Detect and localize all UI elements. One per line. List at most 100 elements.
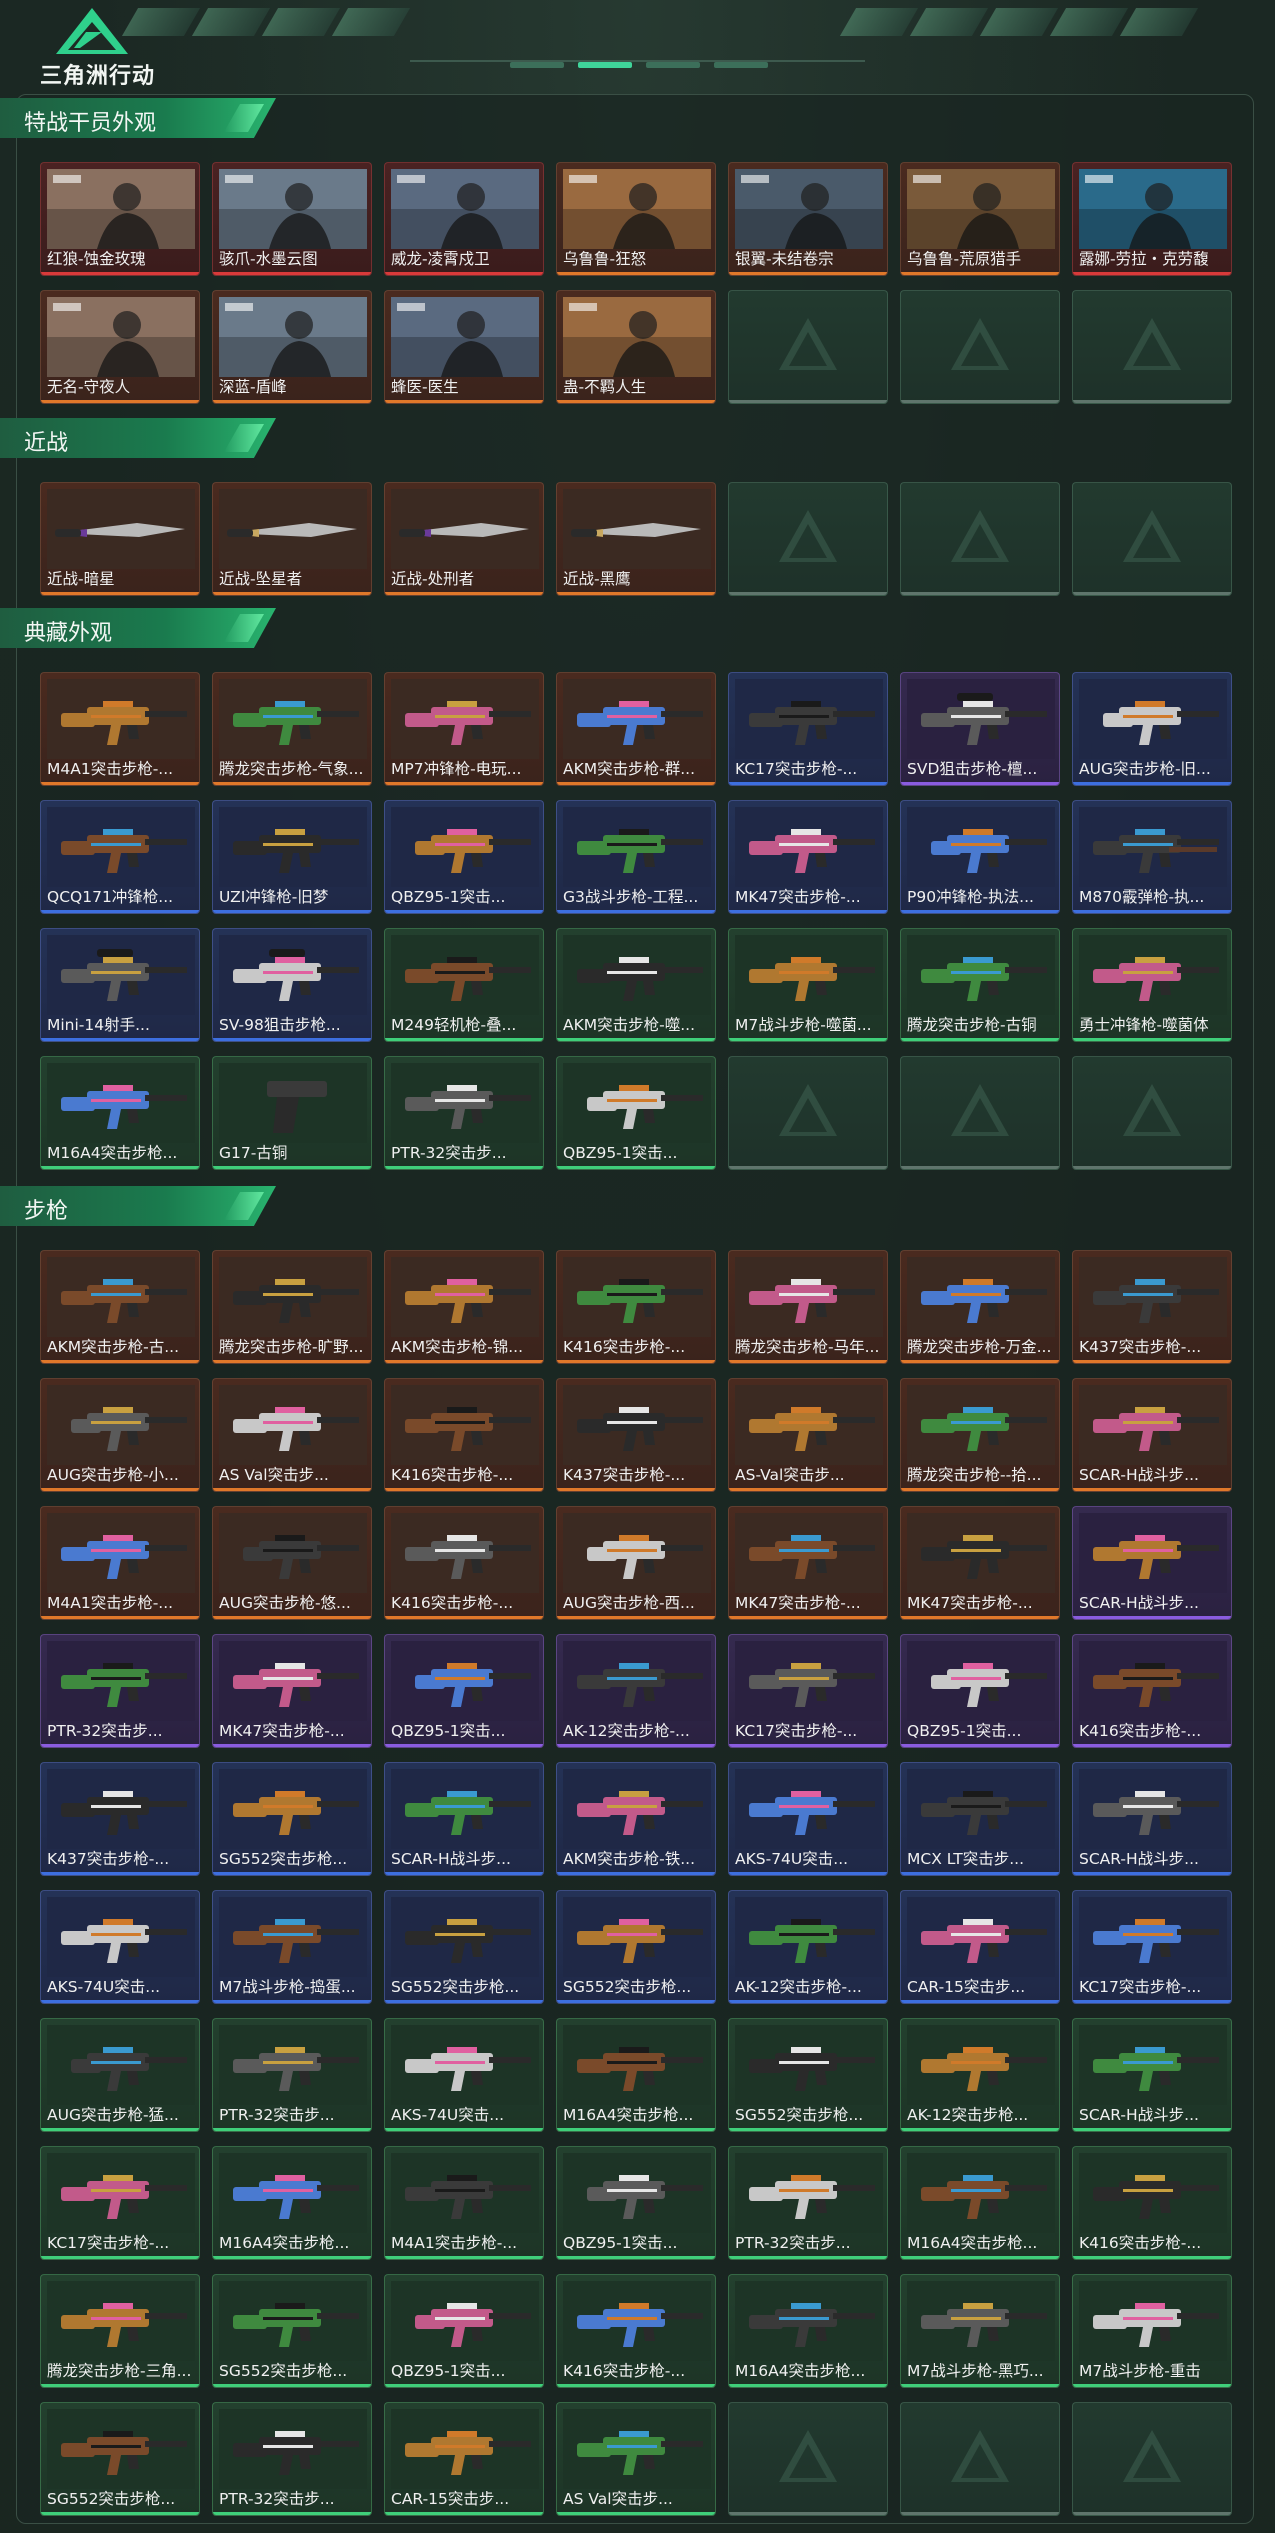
item-tile[interactable]: KC17突击步枪-... [728, 672, 888, 786]
item-tile[interactable]: 乌鲁鲁-荒原猎手 [900, 162, 1060, 276]
item-tile[interactable]: SG552突击步枪... [40, 2402, 200, 2516]
item-tile[interactable]: MK47突击步枪-... [212, 1634, 372, 1748]
item-tile[interactable]: AKM突击步枪-锦... [384, 1250, 544, 1364]
item-tile[interactable]: SCAR-H战斗步... [1072, 1378, 1232, 1492]
item-tile[interactable]: MK47突击步枪-... [900, 1506, 1060, 1620]
item-tile[interactable]: P90冲锋枪-执法... [900, 800, 1060, 914]
item-tile[interactable]: 蜂医-医生 [384, 290, 544, 404]
item-tile[interactable]: AKS-74U突击... [40, 1890, 200, 2004]
item-tile[interactable]: M7战斗步枪-噬菌... [728, 928, 888, 1042]
item-tile[interactable]: Mini-14射手... [40, 928, 200, 1042]
item-tile[interactable]: QBZ95-1突击... [384, 2274, 544, 2388]
item-tile[interactable]: 勇士冲锋枪-噬菌体 [1072, 928, 1232, 1042]
item-tile[interactable]: SCAR-H战斗步... [1072, 1762, 1232, 1876]
item-tile[interactable]: M16A4突击步枪... [212, 2146, 372, 2260]
item-tile[interactable]: M4A1突击步枪-... [40, 1506, 200, 1620]
item-tile[interactable]: SG552突击步枪... [212, 2274, 372, 2388]
item-tile[interactable]: 乌鲁鲁-狂怒 [556, 162, 716, 276]
item-tile[interactable]: CAR-15突击步... [900, 1890, 1060, 2004]
item-tile[interactable]: M7战斗步枪-重击 [1072, 2274, 1232, 2388]
item-tile[interactable]: AKM突击步枪-噬... [556, 928, 716, 1042]
item-tile[interactable]: M7战斗步枪-黑巧... [900, 2274, 1060, 2388]
item-tile[interactable]: K416突击步枪-... [384, 1378, 544, 1492]
item-tile[interactable]: M4A1突击步枪-... [384, 2146, 544, 2260]
item-tile[interactable]: 腾龙突击步枪-旷野... [212, 1250, 372, 1364]
item-tile[interactable]: AUG突击步枪-西... [556, 1506, 716, 1620]
item-tile[interactable]: M4A1突击步枪-... [40, 672, 200, 786]
item-tile[interactable]: PTR-32突击步... [212, 2018, 372, 2132]
item-tile[interactable]: 骇爪-水墨云图 [212, 162, 372, 276]
item-tile[interactable]: SG552突击步枪... [728, 2018, 888, 2132]
item-tile[interactable]: QCQ171冲锋枪... [40, 800, 200, 914]
item-tile[interactable]: SV-98狙击步枪... [212, 928, 372, 1042]
item-tile[interactable]: SG552突击步枪... [556, 1890, 716, 2004]
item-tile[interactable]: M16A4突击步枪... [556, 2018, 716, 2132]
item-tile[interactable]: 无名-守夜人 [40, 290, 200, 404]
item-tile[interactable]: AKM突击步枪-铁... [556, 1762, 716, 1876]
item-tile[interactable]: 露娜-劳拉・克劳馥 [1072, 162, 1232, 276]
item-tile[interactable]: QBZ95-1突击... [384, 1634, 544, 1748]
item-tile[interactable]: PTR-32突击步... [728, 2146, 888, 2260]
item-tile[interactable]: AKM突击步枪-古... [40, 1250, 200, 1364]
item-tile[interactable]: AS Val突击步... [556, 2402, 716, 2516]
item-tile[interactable]: M7战斗步枪-捣蛋... [212, 1890, 372, 2004]
item-tile[interactable]: M870霰弹枪-执... [1072, 800, 1232, 914]
item-tile[interactable]: QBZ95-1突击... [384, 800, 544, 914]
item-tile[interactable]: MP7冲锋枪-电玩... [384, 672, 544, 786]
item-tile[interactable]: K437突击步枪-... [40, 1762, 200, 1876]
item-tile[interactable]: 深蓝-盾峰 [212, 290, 372, 404]
item-tile[interactable]: 近战-坠星者 [212, 482, 372, 596]
item-tile[interactable]: 银翼-未结卷宗 [728, 162, 888, 276]
item-tile[interactable]: QBZ95-1突击... [556, 2146, 716, 2260]
item-tile[interactable]: M16A4突击步枪... [728, 2274, 888, 2388]
item-tile[interactable]: AS Val突击步... [212, 1378, 372, 1492]
item-tile[interactable]: G3战斗步枪-工程... [556, 800, 716, 914]
item-tile[interactable]: 腾龙突击步枪-气象... [212, 672, 372, 786]
item-tile[interactable]: AUG突击步枪-猛... [40, 2018, 200, 2132]
item-tile[interactable]: QBZ95-1突击... [900, 1634, 1060, 1748]
item-tile[interactable]: M249轻机枪-叠... [384, 928, 544, 1042]
item-tile[interactable]: SCAR-H战斗步... [1072, 1506, 1232, 1620]
item-tile[interactable]: PTR-32突击步... [212, 2402, 372, 2516]
item-tile[interactable]: AK-12突击步枪-... [728, 1890, 888, 2004]
item-tile[interactable]: 近战-暗星 [40, 482, 200, 596]
item-tile[interactable]: K416突击步枪-... [1072, 1634, 1232, 1748]
item-tile[interactable]: MK47突击步枪-... [728, 1506, 888, 1620]
item-tile[interactable]: PTR-32突击步... [40, 1634, 200, 1748]
item-tile[interactable]: KC17突击步枪-... [728, 1634, 888, 1748]
item-tile[interactable]: AK-12突击步枪... [900, 2018, 1060, 2132]
item-tile[interactable]: K437突击步枪-... [1072, 1250, 1232, 1364]
item-tile[interactable]: K416突击步枪-... [384, 1506, 544, 1620]
item-tile[interactable]: KC17突击步枪-... [40, 2146, 200, 2260]
item-tile[interactable]: 腾龙突击步枪-万金... [900, 1250, 1060, 1364]
item-tile[interactable]: SCAR-H战斗步... [1072, 2018, 1232, 2132]
item-tile[interactable]: M16A4突击步枪... [40, 1056, 200, 1170]
item-tile[interactable]: 近战-处刑者 [384, 482, 544, 596]
item-tile[interactable]: MK47突击步枪-... [728, 800, 888, 914]
item-tile[interactable]: K416突击步枪-... [1072, 2146, 1232, 2260]
item-tile[interactable]: K437突击步枪-... [556, 1378, 716, 1492]
item-tile[interactable]: 腾龙突击步枪--拾... [900, 1378, 1060, 1492]
item-tile[interactable]: CAR-15突击步... [384, 2402, 544, 2516]
item-tile[interactable]: K416突击步枪-... [556, 2274, 716, 2388]
item-tile[interactable]: MCX LT突击步... [900, 1762, 1060, 1876]
item-tile[interactable]: 威龙-凌霄戍卫 [384, 162, 544, 276]
item-tile[interactable]: KC17突击步枪-... [1072, 1890, 1232, 2004]
item-tile[interactable]: SG552突击步枪... [212, 1762, 372, 1876]
item-tile[interactable]: QBZ95-1突击... [556, 1056, 716, 1170]
item-tile[interactable]: AK-12突击步枪-... [556, 1634, 716, 1748]
item-tile[interactable]: UZI冲锋枪-旧梦 [212, 800, 372, 914]
item-tile[interactable]: 红狼-蚀金玫瑰 [40, 162, 200, 276]
item-tile[interactable]: AUG突击步枪-旧... [1072, 672, 1232, 786]
item-tile[interactable]: AUG突击步枪-小... [40, 1378, 200, 1492]
item-tile[interactable]: AUG突击步枪-悠... [212, 1506, 372, 1620]
item-tile[interactable]: AKM突击步枪-群... [556, 672, 716, 786]
item-tile[interactable]: 腾龙突击步枪-马年... [728, 1250, 888, 1364]
item-tile[interactable]: PTR-32突击步... [384, 1056, 544, 1170]
item-tile[interactable]: 腾龙突击步枪-三角... [40, 2274, 200, 2388]
item-tile[interactable]: K416突击步枪-... [556, 1250, 716, 1364]
item-tile[interactable]: G17-古铜 [212, 1056, 372, 1170]
item-tile[interactable]: AKS-74U突击... [384, 2018, 544, 2132]
item-tile[interactable]: M16A4突击步枪... [900, 2146, 1060, 2260]
item-tile[interactable]: 蛊-不羁人生 [556, 290, 716, 404]
